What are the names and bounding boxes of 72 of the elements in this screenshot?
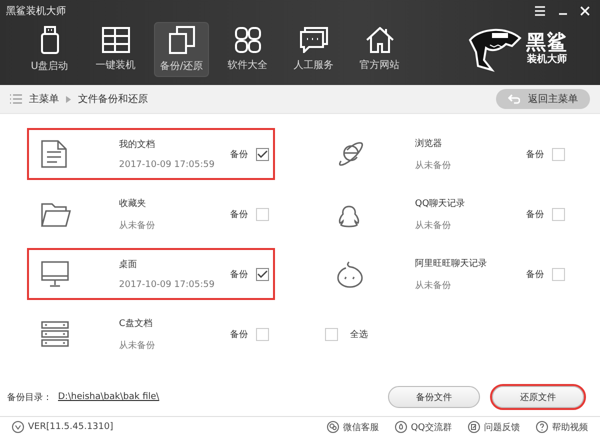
backup-label: 备份: [230, 328, 248, 340]
backup-status: 2017-10-09 17:05:59: [119, 280, 216, 290]
folder-icon: [41, 201, 71, 227]
document-icon: [41, 140, 67, 168]
footer-link[interactable]: QQ交流群: [410, 420, 452, 434]
chat-bubble-face-icon: [337, 260, 363, 288]
nav-tab[interactable]: 官方网站: [352, 22, 407, 77]
backup-label: 备份: [526, 268, 544, 280]
backup-label: 备份: [526, 208, 544, 220]
undo-arrow-icon: [508, 94, 520, 104]
grid-icon: [234, 27, 260, 53]
item-name: 浏览器: [415, 138, 443, 150]
nav-tab[interactable]: 人工服务: [286, 22, 341, 77]
backup-status: 从未备份: [415, 220, 452, 232]
footer-link[interactable]: 问题反馈: [484, 420, 520, 434]
caret-icon: [66, 96, 71, 102]
copy-icon: [168, 26, 194, 54]
backup-status: 从未备份: [119, 220, 156, 232]
backup-label: 备份: [230, 268, 248, 280]
item-name: 我的文档: [119, 138, 156, 151]
backup-status: 从未备份: [415, 280, 452, 292]
logo-subtitle: 装机大师: [527, 53, 567, 67]
edit-icon: [468, 421, 480, 433]
item-name: 收藏夹: [119, 198, 147, 210]
backup-status: 从未备份: [119, 340, 156, 352]
logo-title: 黑鲨: [526, 31, 568, 53]
backup-directory-link[interactable]: D:\heisha\bak\bak file\: [58, 392, 160, 402]
nav-tab[interactable]: 软件大全: [220, 22, 275, 77]
breadcrumb-item[interactable]: 主菜单: [29, 92, 59, 106]
footer-link[interactable]: 帮助视频: [552, 420, 588, 434]
nav-tab[interactable]: 备份/还原: [154, 22, 209, 77]
backup-checkbox[interactable]: [552, 208, 565, 220]
backup-status: 从未备份: [415, 160, 452, 172]
select-all-checkbox[interactable]: [325, 328, 338, 340]
nav-tab[interactable]: U盘启动: [22, 22, 77, 77]
backup-checkbox[interactable]: [552, 148, 565, 160]
wechat-icon: [326, 421, 339, 433]
usb-drive-icon: [40, 26, 60, 54]
close-icon[interactable]: [580, 6, 590, 16]
window-title: 黑鲨装机大师: [6, 4, 66, 18]
backup-label: 备份: [230, 208, 248, 220]
windows-icon: [102, 27, 130, 53]
nav-tab[interactable]: 一键装机: [88, 22, 143, 77]
home-icon: [366, 27, 394, 53]
chat-icon: [300, 27, 328, 53]
backup-files-button[interactable]: 备份文件: [388, 386, 480, 408]
backup-checkbox[interactable]: [256, 328, 269, 340]
backup-checkbox[interactable]: [256, 208, 269, 220]
server-icon: [41, 321, 69, 347]
version-text: VER[11.5.45.1310]: [28, 422, 114, 432]
monitor-icon: [41, 261, 69, 287]
version-circle-icon: [12, 421, 24, 433]
item-name: QQ聊天记录: [415, 198, 466, 210]
item-name: 阿里旺旺聊天记录: [415, 258, 488, 270]
backup-label: 备份: [526, 148, 544, 160]
backup-directory-label: 备份目录：: [7, 392, 52, 404]
select-all-label: 全选: [350, 328, 368, 340]
drop-icon: [394, 421, 407, 433]
backup-status: 2017-10-09 17:05:59: [119, 160, 216, 170]
backup-checkbox[interactable]: [552, 268, 565, 280]
menu-icon[interactable]: [534, 6, 546, 16]
backup-label: 备份: [230, 148, 248, 160]
help-icon: [536, 421, 548, 433]
item-name: 桌面: [119, 258, 138, 271]
footer-link[interactable]: 微信客服: [342, 420, 379, 434]
backup-checkbox[interactable]: [256, 268, 269, 280]
list-icon: [10, 94, 22, 104]
restore-files-button[interactable]: 还原文件: [492, 386, 584, 408]
breadcrumb-item[interactable]: 文件备份和还原: [78, 92, 148, 106]
item-name: C盘文档: [119, 318, 154, 330]
back-button[interactable]: 返回主菜单: [496, 89, 590, 109]
backup-checkbox[interactable]: [256, 148, 269, 160]
